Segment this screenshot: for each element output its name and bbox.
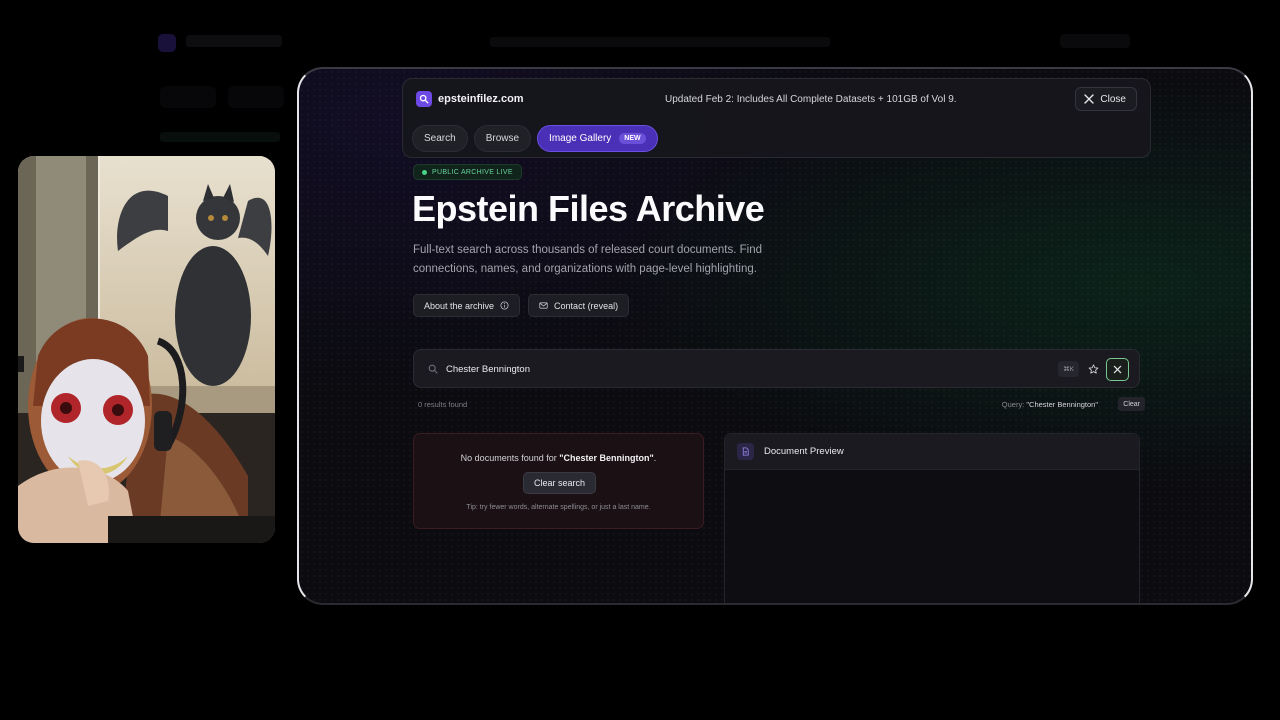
document-preview-header: Document Preview — [725, 434, 1139, 470]
info-icon — [500, 301, 509, 310]
update-banner: Updated Feb 2: Includes All Complete Dat… — [665, 94, 957, 105]
search-tip: Tip: try fewer words, alternate spelling… — [466, 504, 651, 511]
webcam-image — [18, 156, 275, 543]
new-badge: NEW — [619, 133, 646, 144]
close-button-label: Close — [1100, 93, 1126, 105]
shortcut-hint: ⌘K — [1058, 361, 1079, 377]
background-header-actions — [1060, 34, 1130, 48]
no-results-query: "Chester Bennington" — [559, 453, 654, 463]
nav-tabs: Search Browse Image Gallery NEW — [412, 125, 658, 152]
background-brand — [186, 35, 282, 47]
about-archive-button[interactable]: About the archive — [413, 294, 521, 317]
clear-query-button[interactable]: Clear — [1118, 397, 1145, 411]
status-badge-label: PUBLIC ARCHIVE LIVE — [432, 168, 513, 176]
brand-search-icon — [416, 91, 432, 107]
search-icon — [428, 364, 438, 374]
contact-label: Contact (reveal) — [554, 300, 619, 311]
live-dot-icon — [422, 169, 427, 175]
no-results-prefix: No documents found for — [460, 453, 557, 463]
no-results-card: No documents found for "Chester Benningt… — [413, 433, 704, 529]
background-banner — [490, 37, 830, 47]
query-value: "Chester Bennington" — [1026, 400, 1098, 409]
close-icon — [1113, 365, 1122, 374]
mail-icon — [539, 302, 548, 309]
tab-image-gallery[interactable]: Image Gallery NEW — [537, 125, 658, 152]
close-icon — [1084, 94, 1095, 104]
search-input[interactable] — [446, 361, 1006, 377]
document-icon — [737, 443, 754, 460]
brand-name[interactable]: epsteinfilez.com — [438, 93, 524, 105]
archive-modal: epsteinfilez.com Updated Feb 2: Includes… — [297, 67, 1253, 605]
webcam-overlay — [18, 156, 275, 543]
tab-browse-label: Browse — [485, 133, 520, 144]
document-preview-panel: Document Preview — [724, 433, 1140, 603]
query-label: Query: "Chester Bennington" — [1002, 400, 1098, 409]
no-results-message: No documents found for "Chester Benningt… — [414, 453, 703, 463]
no-results-suffix: . — [653, 453, 657, 463]
background-tab — [160, 86, 216, 108]
top-nav-card: epsteinfilez.com Updated Feb 2: Includes… — [402, 78, 1151, 158]
about-archive-label: About the archive — [424, 300, 495, 311]
background-logo — [158, 34, 176, 52]
tab-image-gallery-label: Image Gallery — [549, 133, 612, 144]
clear-search-button[interactable]: Clear search — [523, 472, 597, 494]
document-preview-title: Document Preview — [764, 446, 844, 457]
close-button[interactable]: Close — [1075, 87, 1137, 111]
tab-search[interactable]: Search — [412, 125, 468, 152]
contact-button[interactable]: Contact (reveal) — [528, 294, 630, 317]
results-count: 0 results found — [418, 400, 468, 409]
star-icon — [1088, 364, 1099, 374]
search-bar: ⌘K — [413, 349, 1140, 388]
query-prefix: Query: — [1001, 400, 1025, 409]
clear-input-button[interactable] — [1106, 358, 1129, 381]
favorite-button[interactable] — [1084, 360, 1103, 379]
tab-search-label: Search — [424, 133, 456, 144]
tab-browse[interactable]: Browse — [473, 125, 532, 152]
background-badge — [160, 132, 280, 142]
background-tab — [228, 86, 284, 108]
hero-actions: About the archive Contact (reveal) — [413, 294, 630, 317]
page-description: Full-text search across thousands of rel… — [413, 244, 763, 275]
page-title: Epstein Files Archive — [412, 188, 765, 229]
status-badge: PUBLIC ARCHIVE LIVE — [413, 164, 522, 180]
